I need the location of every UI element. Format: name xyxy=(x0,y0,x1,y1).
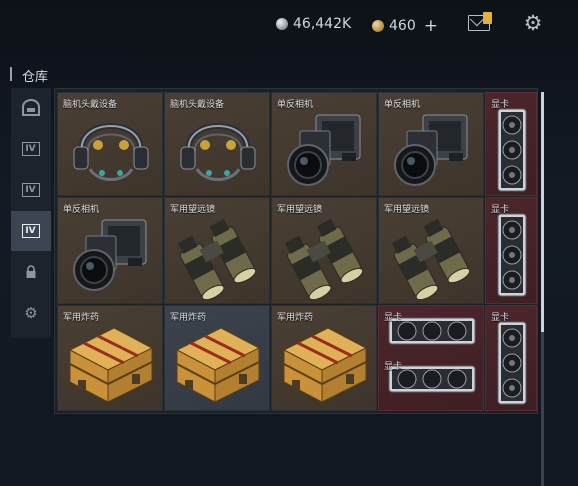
inventory-slot-gpu[interactable]: 显卡 xyxy=(485,92,537,196)
item-name-label: 显卡 xyxy=(384,362,403,372)
headset-icon xyxy=(73,123,149,181)
tab-storage-1[interactable]: IV xyxy=(11,129,51,169)
explosives-crate-icon xyxy=(175,327,261,403)
explosives-crate-icon xyxy=(282,327,368,403)
inventory-slot-binoculars[interactable]: 军用望远镜 xyxy=(164,197,270,304)
item-name-label: 脑机头戴设备 xyxy=(63,100,118,110)
item-name-label: 军用炸药 xyxy=(63,313,100,323)
lock-icon xyxy=(26,265,36,278)
inventory-slot-gpu[interactable]: 显卡 显卡 xyxy=(378,305,484,411)
item-name-label: 单反相机 xyxy=(63,205,100,215)
section-header: 仓库 xyxy=(8,62,548,86)
inventory-slot-gpu[interactable]: 显卡 xyxy=(485,305,537,411)
binoculars-icon xyxy=(391,218,471,300)
silver-coin-icon xyxy=(276,18,288,30)
silver-amount: 46,442K xyxy=(293,16,352,32)
tab-storage-2[interactable]: IV xyxy=(11,170,51,210)
item-name-label: 脑机头戴设备 xyxy=(170,100,225,110)
scrollbar-thumb[interactable] xyxy=(541,92,544,332)
gpu-icon xyxy=(497,321,527,405)
item-name-label: 军用望远镜 xyxy=(384,205,430,215)
inventory-slot-binoculars[interactable]: 军用望远镜 xyxy=(271,197,377,304)
tab-locked[interactable] xyxy=(11,252,51,292)
section-accent-bar xyxy=(10,67,12,81)
tab-settings[interactable]: ⚙ xyxy=(11,293,51,333)
inventory-scrollbar[interactable] xyxy=(541,92,544,486)
gear-icon[interactable]: ⚙ xyxy=(522,12,544,34)
binoculars-icon xyxy=(177,218,257,300)
gpu-icon xyxy=(497,213,527,297)
inventory-slot-binoculars[interactable]: 军用望远镜 xyxy=(378,197,484,304)
explosives-crate-icon xyxy=(68,327,154,403)
gpu-icon xyxy=(497,108,527,192)
gold-amount: 460 xyxy=(389,18,416,34)
tab-storage-3[interactable]: IV xyxy=(11,211,51,251)
iv-box-icon: IV xyxy=(22,224,40,238)
inventory-slot-gpu[interactable]: 显卡 xyxy=(485,197,537,304)
helmet-icon xyxy=(22,99,40,116)
iv-box-icon: IV xyxy=(22,183,40,197)
inventory-slot-headset[interactable]: 脑机头戴设备 xyxy=(57,92,163,196)
iv-box-icon: IV xyxy=(22,142,40,156)
item-name-label: 军用炸药 xyxy=(277,313,314,323)
inventory-slot-camera[interactable]: 单反相机 xyxy=(271,92,377,196)
storage-tab-column: IV IV IV ⚙ xyxy=(11,88,51,338)
inventory-slot-headset[interactable]: 脑机头戴设备 xyxy=(164,92,270,196)
item-name-label: 军用炸药 xyxy=(170,313,207,323)
top-bar: 46,442K 460 + ⚙ xyxy=(0,0,578,50)
tab-equipment[interactable] xyxy=(11,88,51,128)
item-name-label: 单反相机 xyxy=(277,100,314,110)
inventory-slot-explosives[interactable]: 军用炸药 xyxy=(271,305,377,411)
item-name-label: 单反相机 xyxy=(384,100,421,110)
inventory-slot-explosives[interactable]: 军用炸药 xyxy=(164,305,270,411)
gear-icon: ⚙ xyxy=(24,304,38,322)
inventory-slot-explosives[interactable]: 军用炸药 xyxy=(57,305,163,411)
camera-icon xyxy=(394,114,468,186)
item-name-label: 显卡 xyxy=(491,205,510,215)
section-title: 仓库 xyxy=(22,70,49,85)
silver-currency: 46,442K xyxy=(276,16,351,32)
camera-icon xyxy=(287,114,361,186)
camera-icon xyxy=(73,219,147,291)
item-name-label: 显卡 xyxy=(491,100,510,110)
gold-currency: 460 + xyxy=(372,16,438,36)
item-name-label: 军用望远镜 xyxy=(277,205,323,215)
headset-icon xyxy=(180,123,256,181)
mail-notification-badge xyxy=(483,12,492,24)
binoculars-icon xyxy=(284,218,364,300)
item-name-label: 军用望远镜 xyxy=(170,205,216,215)
item-name-label: 显卡 xyxy=(491,313,510,323)
gold-coin-icon xyxy=(372,20,384,32)
add-currency-button[interactable]: + xyxy=(424,16,438,36)
inventory-slot-camera[interactable]: 单反相机 xyxy=(378,92,484,196)
inventory-slot-camera[interactable]: 单反相机 xyxy=(57,197,163,304)
item-name-label: 显卡 xyxy=(384,313,403,323)
